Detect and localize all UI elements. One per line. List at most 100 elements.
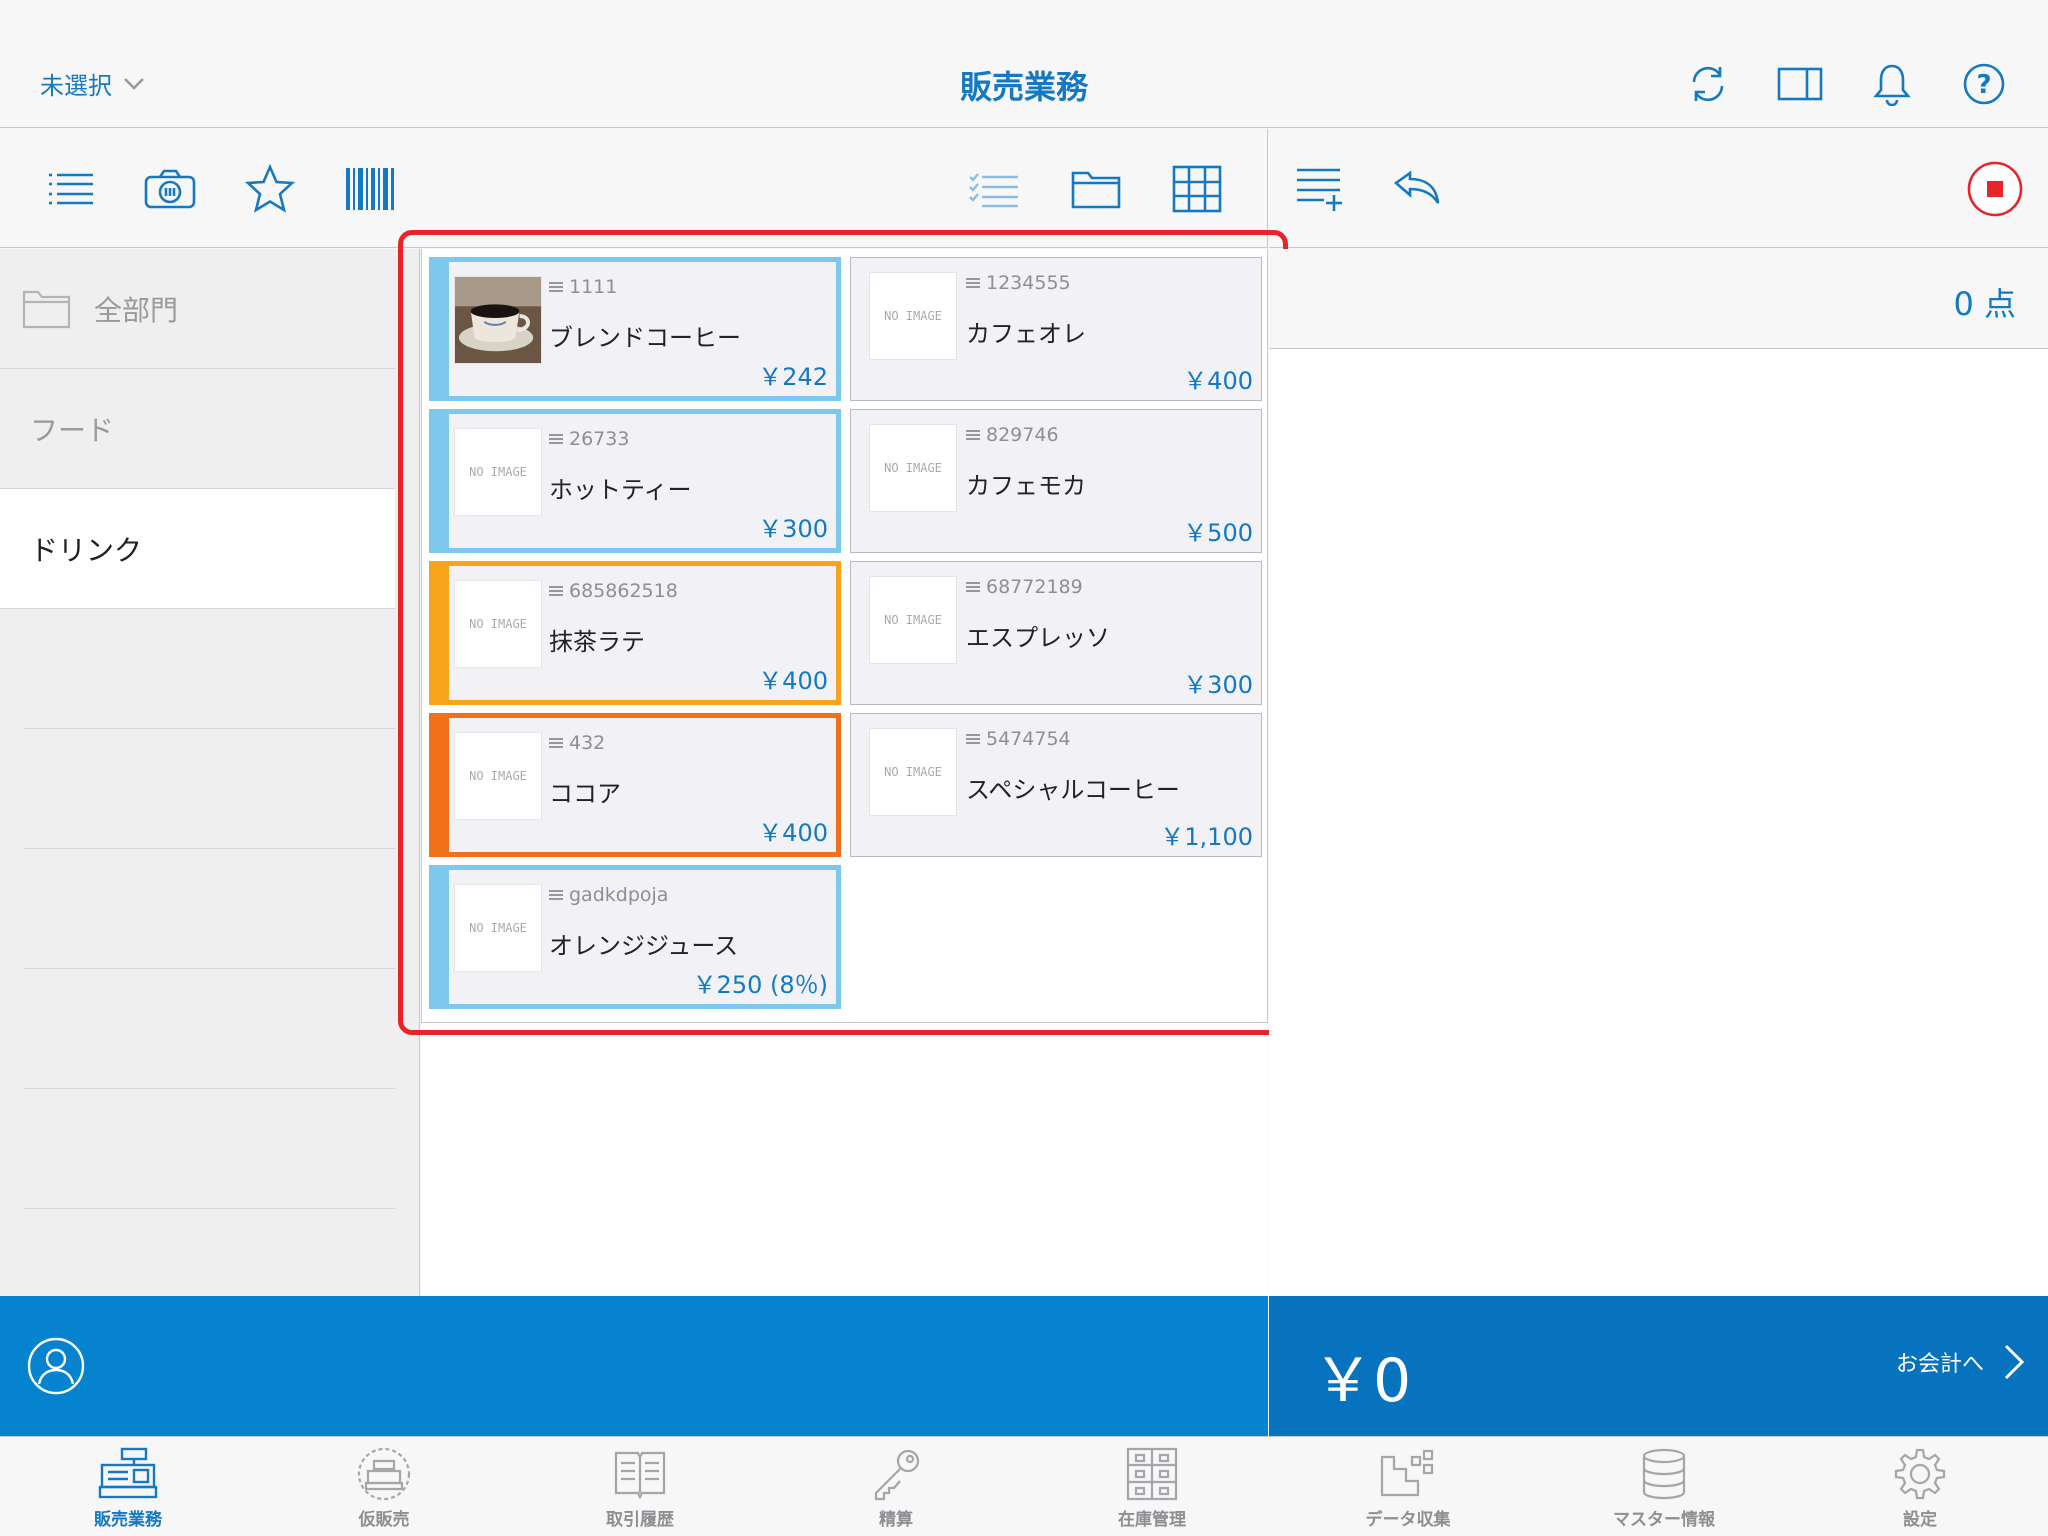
product-tile[interactable]: NO IMAGE 26733 ホットティー ￥300 [429, 409, 841, 553]
product-thumbnail: NO IMAGE [454, 884, 542, 972]
cart-total: ￥0 [1313, 1346, 1412, 1416]
product-tile[interactable]: NO IMAGE 432 ココア ￥400 [429, 713, 841, 857]
user-icon [27, 1337, 85, 1395]
folder-icon [22, 290, 71, 328]
customer-button[interactable] [26, 1336, 86, 1400]
tab-bar: 販売業務 仮販売 取引履歴 精算 在庫管理 データ収集 マスター情報 設定 [0, 1436, 2048, 1536]
product-tile[interactable]: 1111 ブレンドコーヒー ￥242 [429, 257, 841, 401]
help-button[interactable]: ? [1960, 60, 2008, 108]
tab-transaction-history[interactable]: 取引履歴 [512, 1437, 768, 1536]
bell-icon [1873, 64, 1911, 106]
help-icon: ? [1963, 63, 2005, 105]
product-thumbnail: NO IMAGE [454, 580, 542, 668]
stop-icon [1967, 161, 2023, 217]
product-name: スペシャルコーヒー [966, 776, 1180, 804]
product-tile[interactable]: NO IMAGE 5474754 スペシャルコーヒー ￥1,100 [850, 713, 1262, 857]
folder-view-button[interactable] [1066, 159, 1126, 219]
product-color-strip [434, 718, 449, 852]
product-name: 抹茶ラテ [549, 628, 645, 656]
cart-header: 0 点 [1269, 249, 2048, 349]
barcode-button[interactable] [340, 159, 400, 219]
list-view-button[interactable] [40, 159, 100, 219]
product-price: ￥400 [758, 667, 828, 695]
data-collection-icon [1380, 1449, 1434, 1497]
product-thumbnail: NO IMAGE [869, 728, 957, 816]
product-code: 432 [549, 732, 605, 754]
product-code: 1111 [549, 276, 617, 298]
favorites-button[interactable] [240, 159, 300, 219]
department-empty-slot [24, 1089, 395, 1209]
menu-lines-icon [549, 282, 563, 292]
refresh-button[interactable] [1684, 60, 1732, 108]
list-add-icon [1297, 168, 1342, 211]
product-tile[interactable]: NO IMAGE 68772189 エスプレッソ ￥300 [850, 561, 1262, 705]
grid-icon [1172, 165, 1222, 213]
return-button[interactable] [1387, 159, 1447, 219]
product-color-strip [434, 566, 449, 700]
cart-item-count: 0 点 [1953, 285, 2016, 323]
tab-temporary-sale[interactable]: 仮販売 [256, 1437, 512, 1536]
notification-button[interactable] [1868, 60, 1916, 108]
database-icon [1642, 1448, 1686, 1500]
tab-label: 設定 [1903, 1510, 1937, 1530]
department-empty-slot [24, 609, 395, 729]
product-tile[interactable]: NO IMAGE 829746 カフェモカ ￥500 [850, 409, 1262, 553]
tab-settlement[interactable]: 精算 [768, 1437, 1024, 1536]
product-price: ￥500 [1183, 519, 1253, 547]
transaction-history-icon [614, 1451, 666, 1500]
product-code-text: 1111 [569, 276, 618, 298]
product-price: ￥300 [758, 515, 828, 543]
department-item-food[interactable]: フード [0, 369, 395, 489]
product-name: ココア [549, 780, 621, 808]
split-view-button[interactable] [1776, 60, 1824, 108]
product-tile[interactable]: NO IMAGE 685862518 抹茶ラテ ￥400 [429, 561, 841, 705]
product-tile[interactable]: NO IMAGE gadkdpoja オレンジジュース ￥250 (8％) [429, 865, 841, 1009]
product-thumbnail: NO IMAGE [869, 424, 957, 512]
product-price: ￥250 (8％) [692, 971, 828, 999]
checkout-button[interactable]: お会計へ [1896, 1342, 2026, 1382]
list-icon [49, 173, 93, 205]
product-name: カフェモカ [966, 472, 1086, 500]
tab-inventory[interactable]: 在庫管理 [1024, 1437, 1280, 1536]
tab-data-collection[interactable]: データ収集 [1280, 1437, 1536, 1536]
chevron-right-icon [2004, 1344, 2025, 1380]
department-empty-slot [24, 969, 395, 1089]
department-all-label: 全部門 [94, 293, 179, 327]
add-line-button[interactable] [1289, 159, 1349, 219]
menu-lines-icon [549, 738, 563, 748]
product-code-text: 1234555 [986, 272, 1071, 294]
product-code: 829746 [966, 424, 1059, 446]
product-price: ￥400 [1183, 367, 1253, 395]
product-thumbnail [454, 276, 542, 364]
tab-label: 仮販売 [358, 1510, 410, 1530]
tab-settings[interactable]: 設定 [1792, 1437, 2048, 1536]
tab-sales[interactable]: 販売業務 [0, 1437, 256, 1536]
barcode-icon [346, 168, 394, 210]
refresh-icon [1692, 66, 1724, 102]
product-thumbnail: NO IMAGE [869, 272, 957, 360]
product-tile[interactable]: NO IMAGE 1234555 カフェオレ ￥400 [850, 257, 1262, 401]
department-all[interactable]: 全部門 [0, 249, 395, 369]
menu-lines-icon [966, 582, 980, 592]
product-code: 26733 [549, 428, 629, 450]
header: 未選択 販売業務 ? [0, 0, 2048, 128]
gear-icon [1894, 1448, 1946, 1500]
tab-label: 在庫管理 [1118, 1510, 1186, 1530]
star-icon [244, 164, 296, 213]
grid-view-button[interactable] [1167, 159, 1227, 219]
checklist-icon [969, 173, 1018, 208]
camera-scan-button[interactable] [140, 159, 200, 219]
split-view-icon [1777, 67, 1823, 101]
tab-master-info[interactable]: マスター情報 [1536, 1437, 1792, 1536]
product-thumbnail: NO IMAGE [454, 428, 542, 516]
department-item-drink[interactable]: ドリンク [0, 489, 395, 609]
checklist-button[interactable] [964, 159, 1024, 219]
stop-button[interactable] [1965, 159, 2025, 219]
department-empty-slot [24, 729, 395, 849]
product-thumbnail: NO IMAGE [454, 732, 542, 820]
product-code: 685862518 [549, 580, 678, 602]
product-code: 1234555 [966, 272, 1071, 294]
inventory-icon [1126, 1447, 1178, 1501]
cash-register-icon [98, 1447, 158, 1499]
product-color-strip [434, 262, 449, 396]
